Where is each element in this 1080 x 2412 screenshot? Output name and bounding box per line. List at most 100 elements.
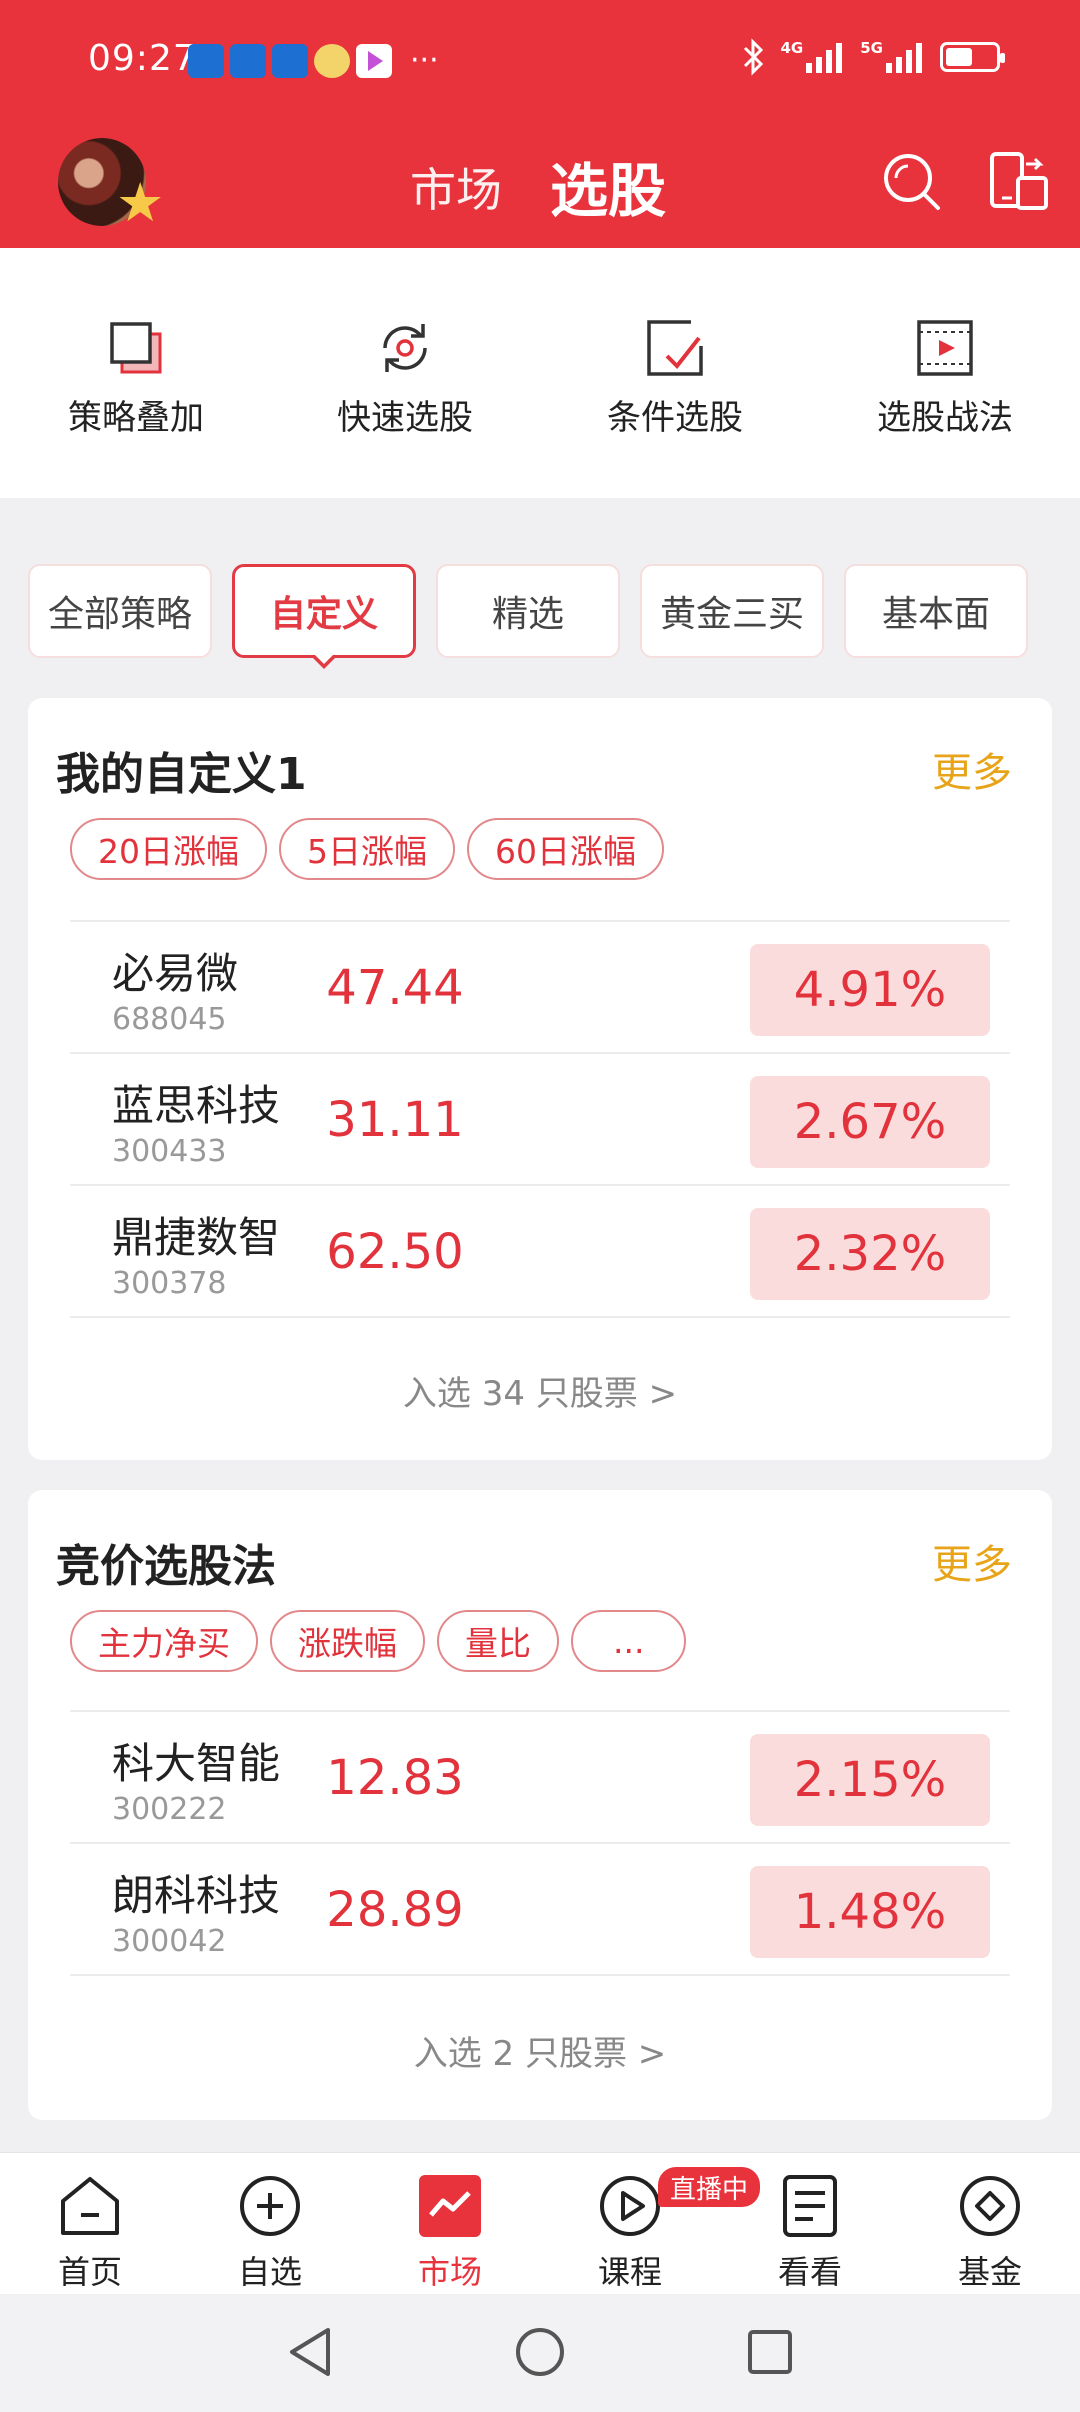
stock-code: 300433 bbox=[112, 1134, 227, 1169]
pill-price-change[interactable]: 涨跌幅 bbox=[270, 1610, 425, 1672]
battery-level bbox=[946, 48, 972, 66]
home-icon bbox=[61, 2177, 119, 2235]
plus-circle-icon bbox=[240, 2176, 300, 2236]
pill-main-net-buy[interactable]: 主力净买 bbox=[70, 1610, 258, 1672]
selected-count-link[interactable]: 入选 34 只股票 > bbox=[28, 1366, 1052, 1415]
chip-golden-three-buys[interactable]: 黄金三买 bbox=[640, 564, 824, 658]
document-icon bbox=[783, 2175, 837, 2237]
home-circle-icon[interactable] bbox=[512, 2322, 568, 2382]
nav-home[interactable]: 首页 bbox=[20, 2173, 160, 2293]
stock-change: 2.67% bbox=[750, 1076, 990, 1168]
pill-20d-change[interactable]: 20日涨幅 bbox=[70, 818, 267, 880]
stock-name: 必易微 bbox=[112, 949, 239, 998]
status-right: 4G 5G bbox=[741, 38, 1005, 76]
chip-custom[interactable]: 自定义 bbox=[232, 564, 416, 669]
chip-all-strategies[interactable]: 全部策略 bbox=[28, 564, 212, 658]
strategy-filter-chips: 全部策略 自定义 精选 黄金三买 基本面 bbox=[28, 564, 1028, 669]
sort-pills: 主力净买 涨跌幅 量比 ... bbox=[70, 1610, 687, 1672]
checkbox-icon bbox=[647, 320, 703, 376]
tool-label: 条件选股 bbox=[607, 398, 743, 438]
play-circle-icon bbox=[600, 2176, 660, 2236]
nav-market[interactable]: 市场 bbox=[380, 2173, 520, 2293]
pill-5d-change[interactable]: 5日涨幅 bbox=[279, 818, 455, 880]
more-link[interactable]: 更多 bbox=[932, 1532, 1012, 1590]
system-navigation-bar bbox=[0, 2294, 1080, 2412]
nav-label: 课程 bbox=[597, 2253, 662, 2291]
stock-code: 300378 bbox=[112, 1266, 227, 1301]
stock-change: 4.91% bbox=[750, 944, 990, 1036]
bluetooth-icon bbox=[743, 38, 763, 76]
nav-watchlist[interactable]: 自选 bbox=[200, 2173, 340, 2293]
stock-row[interactable]: 蓝思科技 300433 31.11 2.67% bbox=[70, 1052, 1010, 1184]
refresh-icon bbox=[383, 324, 427, 372]
nav-label: 看看 bbox=[777, 2253, 842, 2291]
stock-row[interactable]: 朗科科技 300042 28.89 1.48% bbox=[70, 1842, 1010, 1974]
strategy-card-auction: 竞价选股法 更多 主力净买 涨跌幅 量比 ... 科大智能 300222 12.… bbox=[28, 1490, 1052, 2120]
more-link[interactable]: 更多 bbox=[932, 740, 1012, 798]
recents-icon[interactable] bbox=[742, 2322, 798, 2382]
tab-stock-pick[interactable]: 选股 bbox=[550, 144, 666, 228]
more-notifications: ··· bbox=[410, 43, 439, 78]
stock-code: 688045 bbox=[112, 1002, 227, 1037]
quick-tools: 策略叠加 快速选股 条件选股 选股战法 bbox=[0, 248, 1080, 498]
tool-pick-tactics[interactable]: 选股战法 bbox=[845, 316, 1045, 439]
nav-watch[interactable]: 看看 bbox=[740, 2173, 880, 2293]
stock-change: 1.48% bbox=[750, 1866, 990, 1958]
app-icon-3 bbox=[272, 44, 308, 78]
tool-quick-pick[interactable]: 快速选股 bbox=[305, 316, 505, 439]
stock-name: 蓝思科技 bbox=[112, 1081, 281, 1130]
market-chart-icon bbox=[419, 2175, 481, 2237]
tool-label: 策略叠加 bbox=[68, 398, 204, 438]
battery-icon bbox=[940, 42, 1005, 72]
bottom-nav: 首页 自选 市场 课程 直播中 看看 基金 bbox=[0, 2152, 1080, 2294]
device-switch-icon[interactable] bbox=[986, 148, 1050, 216]
app-icon-1 bbox=[188, 44, 224, 78]
stock-row[interactable]: 科大智能 300222 12.83 2.15% bbox=[70, 1710, 1010, 1842]
tool-strategy-stack[interactable]: 策略叠加 bbox=[36, 316, 236, 439]
search-icon[interactable] bbox=[878, 148, 946, 216]
stock-change: 2.15% bbox=[750, 1734, 990, 1826]
signal-2: 5G bbox=[860, 41, 926, 73]
nav-label: 基金 bbox=[957, 2253, 1022, 2291]
strategy-card-custom: 我的自定义1 更多 20日涨幅 5日涨幅 60日涨幅 必易微 688045 47… bbox=[28, 698, 1052, 1460]
stock-name: 科大智能 bbox=[112, 1739, 281, 1788]
app-icon-2 bbox=[230, 44, 266, 78]
stock-change: 2.32% bbox=[750, 1208, 990, 1300]
stock-row[interactable]: 鼎捷数智 300378 62.50 2.32% bbox=[70, 1184, 1010, 1316]
signal-bars-icon bbox=[806, 43, 843, 73]
nav-funds[interactable]: 基金 bbox=[920, 2173, 1060, 2293]
tab-market[interactable]: 市场 bbox=[410, 154, 502, 220]
stock-code: 300222 bbox=[112, 1792, 227, 1827]
app-header: 09:27 ··· 4G 5G ★ 市场 选股 bbox=[0, 0, 1080, 248]
stock-name: 鼎捷数智 bbox=[112, 1213, 281, 1262]
stock-price: 62.50 bbox=[326, 1224, 464, 1280]
stock-name: 朗科科技 bbox=[112, 1871, 281, 1920]
stock-price: 31.11 bbox=[326, 1092, 464, 1148]
row-divider bbox=[70, 1974, 1010, 1976]
status-notification-icons: ··· bbox=[188, 44, 439, 78]
status-time: 09:27 bbox=[88, 38, 197, 79]
tool-label: 快速选股 bbox=[337, 398, 473, 438]
selected-count-link[interactable]: 入选 2 只股票 > bbox=[28, 2026, 1052, 2075]
signal-bars-icon bbox=[886, 43, 922, 73]
fund-diamond-icon bbox=[960, 2176, 1020, 2236]
chip-fundamentals[interactable]: 基本面 bbox=[844, 564, 1028, 658]
nav-label: 自选 bbox=[237, 2253, 302, 2291]
nav-label: 市场 bbox=[417, 2253, 482, 2291]
weather-icon bbox=[314, 44, 350, 78]
sort-pills: 20日涨幅 5日涨幅 60日涨幅 bbox=[70, 818, 664, 880]
video-icon bbox=[917, 320, 973, 376]
tool-condition-pick[interactable]: 条件选股 bbox=[575, 316, 775, 439]
pill-more[interactable]: ... bbox=[571, 1610, 687, 1672]
stock-row[interactable]: 必易微 688045 47.44 4.91% bbox=[70, 920, 1010, 1052]
nav-label: 首页 bbox=[57, 2253, 122, 2291]
star-icon: ★ bbox=[116, 171, 165, 234]
stock-price: 28.89 bbox=[326, 1882, 464, 1938]
status-bar: 09:27 ··· 4G 5G bbox=[0, 0, 1080, 120]
pill-60d-change[interactable]: 60日涨幅 bbox=[467, 818, 664, 880]
stock-price: 47.44 bbox=[326, 960, 464, 1016]
pill-volume-ratio[interactable]: 量比 bbox=[437, 1610, 559, 1672]
chip-featured[interactable]: 精选 bbox=[436, 564, 620, 658]
row-divider bbox=[70, 1316, 1010, 1318]
back-icon[interactable] bbox=[282, 2322, 338, 2382]
